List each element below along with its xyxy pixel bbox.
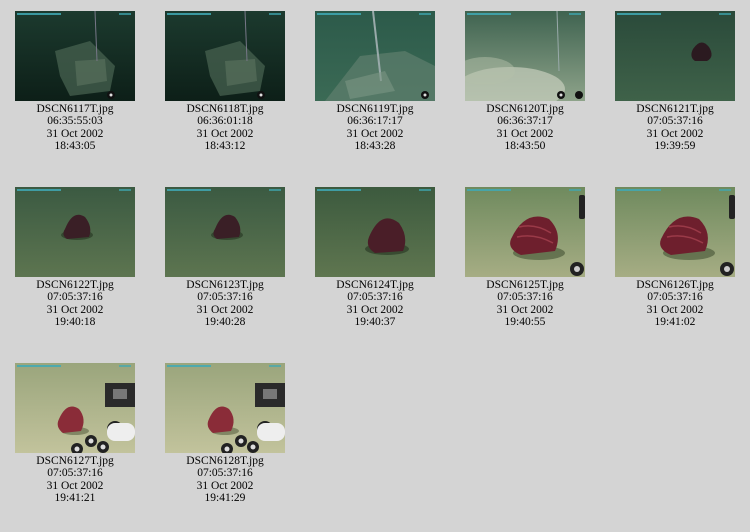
thumbnail-image[interactable] [15,187,135,277]
time-label: 18:43:12 [204,140,246,153]
time-label: 18:43:50 [504,140,546,153]
time-label: 18:43:05 [54,140,96,153]
thumbnail-image[interactable] [165,187,285,277]
date-label: 31 Oct 2002 [196,127,254,140]
thumbnail-image[interactable] [315,11,435,101]
thumbnail-image[interactable] [315,187,435,277]
thumbnail-caption: DSCN6123T.jpg 07:05:37:16 31 Oct 2002 19… [150,279,300,329]
time-label: 19:40:28 [204,316,246,329]
gallery-item: DSCN6127T.jpg 07:05:37:16 31 Oct 2002 19… [0,363,150,505]
filename-label[interactable]: DSCN6123T.jpg [150,279,300,291]
time-label: 19:41:02 [654,316,696,329]
date-label: 31 Oct 2002 [46,303,104,316]
date-label: 31 Oct 2002 [646,303,704,316]
thumbnail-gallery: DSCN6117T.jpg 06:35:55:03 31 Oct 2002 18… [0,0,750,532]
filename-label[interactable]: DSCN6127T.jpg [0,455,150,467]
thumbnail-caption: DSCN6117T.jpg 06:35:55:03 31 Oct 2002 18… [0,103,150,153]
thumbnail-image[interactable] [15,363,135,453]
filename-label[interactable]: DSCN6122T.jpg [0,279,150,291]
date-label: 31 Oct 2002 [646,127,704,140]
timecode-label: 07:05:37:16 [197,467,253,480]
time-label: 19:41:29 [204,492,246,505]
thumbnail-caption: DSCN6126T.jpg 07:05:37:16 31 Oct 2002 19… [600,279,750,329]
thumbnail-caption: DSCN6121T.jpg 07:05:37:16 31 Oct 2002 19… [600,103,750,153]
timecode-label: 07:05:37:16 [47,467,103,480]
gallery-item: DSCN6117T.jpg 06:35:55:03 31 Oct 2002 18… [0,11,150,153]
time-label: 19:39:59 [654,140,696,153]
thumbnail-caption: DSCN6127T.jpg 07:05:37:16 31 Oct 2002 19… [0,455,150,505]
time-label: 18:43:28 [354,140,396,153]
filename-label[interactable]: DSCN6118T.jpg [150,103,300,115]
filename-label[interactable]: DSCN6117T.jpg [0,103,150,115]
thumbnail-image[interactable] [465,11,585,101]
gallery-item: DSCN6120T.jpg 06:36:37:17 31 Oct 2002 18… [450,11,600,153]
time-label: 19:40:55 [504,316,546,329]
timecode-label: 07:05:37:16 [647,291,703,304]
gallery-item: DSCN6126T.jpg 07:05:37:16 31 Oct 2002 19… [600,187,750,329]
thumbnail-image[interactable] [465,187,585,277]
thumbnail-caption: DSCN6118T.jpg 06:36:01:18 31 Oct 2002 18… [150,103,300,153]
timecode-label: 07:05:37:16 [197,291,253,304]
gallery-item: DSCN6121T.jpg 07:05:37:16 31 Oct 2002 19… [600,11,750,153]
filename-label[interactable]: DSCN6125T.jpg [450,279,600,291]
thumbnail-caption: DSCN6122T.jpg 07:05:37:16 31 Oct 2002 19… [0,279,150,329]
date-label: 31 Oct 2002 [346,127,404,140]
time-label: 19:40:18 [54,316,96,329]
timecode-label: 07:05:37:16 [647,115,703,128]
gallery-item: DSCN6118T.jpg 06:36:01:18 31 Oct 2002 18… [150,11,300,153]
gallery-item: DSCN6122T.jpg 07:05:37:16 31 Oct 2002 19… [0,187,150,329]
thumbnail-caption: DSCN6119T.jpg 06:36:17:17 31 Oct 2002 18… [300,103,450,153]
filename-label[interactable]: DSCN6121T.jpg [600,103,750,115]
gallery-item: DSCN6123T.jpg 07:05:37:16 31 Oct 2002 19… [150,187,300,329]
date-label: 31 Oct 2002 [496,303,554,316]
date-label: 31 Oct 2002 [46,127,104,140]
filename-label[interactable]: DSCN6124T.jpg [300,279,450,291]
thumbnail-image[interactable] [615,11,735,101]
thumbnail-caption: DSCN6128T.jpg 07:05:37:16 31 Oct 2002 19… [150,455,300,505]
filename-label[interactable]: DSCN6126T.jpg [600,279,750,291]
timecode-label: 06:36:17:17 [347,115,403,128]
time-label: 19:40:37 [354,316,396,329]
timecode-label: 06:35:55:03 [47,115,103,128]
timecode-label: 07:05:37:16 [497,291,553,304]
thumbnail-image[interactable] [15,11,135,101]
time-label: 19:41:21 [54,492,96,505]
timecode-label: 06:36:01:18 [197,115,253,128]
gallery-item: DSCN6125T.jpg 07:05:37:16 31 Oct 2002 19… [450,187,600,329]
thumbnail-caption: DSCN6120T.jpg 06:36:37:17 31 Oct 2002 18… [450,103,600,153]
date-label: 31 Oct 2002 [346,303,404,316]
date-label: 31 Oct 2002 [196,479,254,492]
thumbnail-image[interactable] [615,187,735,277]
date-label: 31 Oct 2002 [46,479,104,492]
timecode-label: 07:05:37:16 [347,291,403,304]
thumbnail-caption: DSCN6125T.jpg 07:05:37:16 31 Oct 2002 19… [450,279,600,329]
gallery-item: DSCN6128T.jpg 07:05:37:16 31 Oct 2002 19… [150,363,300,505]
timecode-label: 07:05:37:16 [47,291,103,304]
thumbnail-image[interactable] [165,11,285,101]
gallery-item: DSCN6124T.jpg 07:05:37:16 31 Oct 2002 19… [300,187,450,329]
date-label: 31 Oct 2002 [496,127,554,140]
date-label: 31 Oct 2002 [196,303,254,316]
thumbnail-image[interactable] [165,363,285,453]
filename-label[interactable]: DSCN6120T.jpg [450,103,600,115]
timecode-label: 06:36:37:17 [497,115,553,128]
thumbnail-caption: DSCN6124T.jpg 07:05:37:16 31 Oct 2002 19… [300,279,450,329]
filename-label[interactable]: DSCN6128T.jpg [150,455,300,467]
gallery-item: DSCN6119T.jpg 06:36:17:17 31 Oct 2002 18… [300,11,450,153]
filename-label[interactable]: DSCN6119T.jpg [300,103,450,115]
